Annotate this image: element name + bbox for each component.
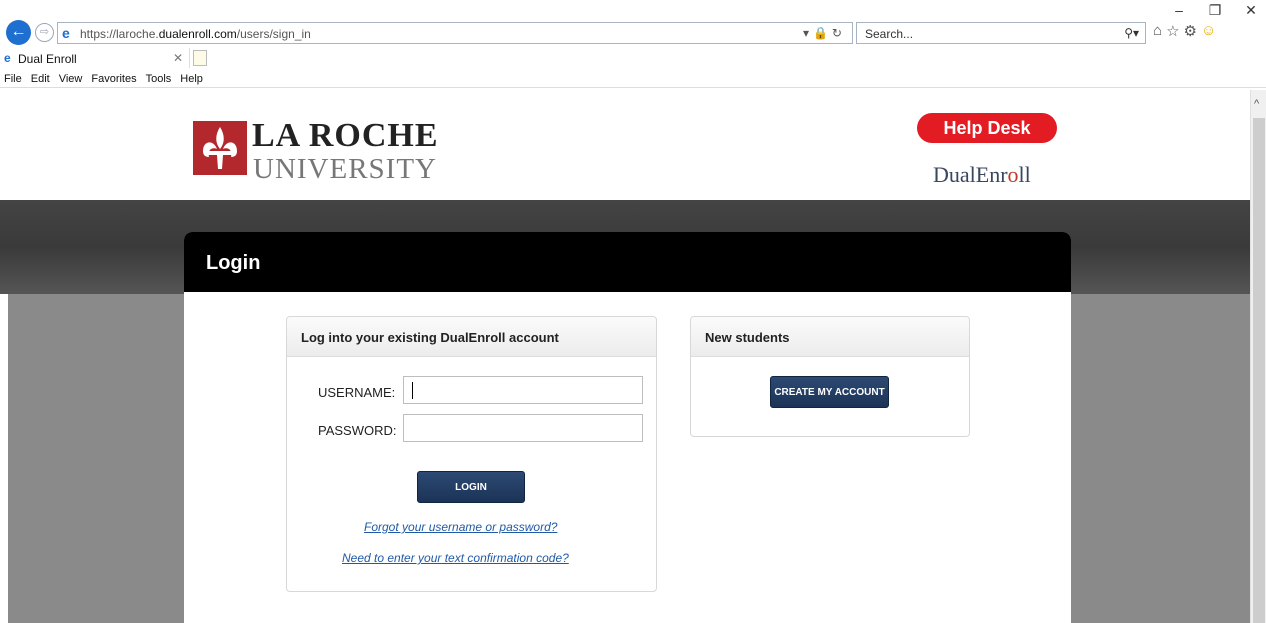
help-desk-button[interactable]: Help Desk — [917, 113, 1057, 143]
tab-title: Dual Enroll — [18, 52, 77, 66]
address-bar[interactable]: e https://laroche.dualenroll.com/users/s… — [57, 22, 853, 44]
create-account-button[interactable]: CREATE MY ACCOUNT — [770, 376, 889, 408]
scroll-up-icon[interactable]: ^ — [1254, 98, 1259, 110]
logo-line1: LA ROCHE — [252, 117, 439, 154]
logo-line2: UNIVERSITY — [253, 153, 437, 185]
page-title: Login — [206, 252, 261, 274]
navigation-bar: ← ⇨ e https://laroche.dualenroll.com/use… — [6, 20, 1266, 46]
menu-tools[interactable]: Tools — [146, 70, 172, 87]
login-card-header: Login — [184, 232, 1071, 292]
new-students-header: New students — [691, 317, 969, 357]
home-icon[interactable]: ⌂ — [1153, 22, 1162, 40]
scrollbar-thumb[interactable] — [1253, 118, 1265, 623]
menu-file[interactable]: File — [4, 70, 22, 87]
restore-icon[interactable]: ❐ — [1208, 2, 1222, 19]
text-caret — [412, 382, 413, 399]
search-placeholder: Search... — [865, 27, 914, 41]
forgot-credentials-link[interactable]: Forgot your username or password? — [364, 520, 557, 534]
url-text: https://laroche.dualenroll.com/users/sig… — [80, 27, 311, 41]
existing-account-title: Log into your existing DualEnroll accoun… — [301, 330, 559, 345]
username-input[interactable] — [403, 376, 643, 404]
username-label: USERNAME: — [318, 385, 396, 400]
vertical-scrollbar[interactable]: ^ — [1250, 90, 1266, 623]
fleur-de-lis-icon — [193, 121, 247, 175]
menu-view[interactable]: View — [59, 70, 83, 87]
tab-close-icon[interactable]: ✕ — [173, 51, 183, 65]
browser-chrome: – ❐ ✕ ← ⇨ e https://laroche.dualenroll.c… — [0, 0, 1266, 90]
new-students-panel: New students CREATE MY ACCOUNT — [690, 316, 970, 437]
menu-favorites[interactable]: Favorites — [91, 70, 136, 87]
dualenroll-brand: DualEnroll — [933, 162, 1031, 187]
back-arrow-icon[interactable]: ← — [6, 20, 31, 45]
tab-dual-enroll[interactable]: e Dual Enroll ✕ — [0, 48, 190, 68]
gear-icon[interactable]: ⚙ — [1184, 22, 1197, 40]
web-page: LA ROCHE UNIVERSITY Help Desk DualEnroll… — [0, 90, 1250, 623]
window-controls: – ❐ ✕ — [1172, 2, 1258, 19]
tab-favicon-icon: e — [4, 51, 11, 65]
existing-account-header: Log into your existing DualEnroll accoun… — [287, 317, 656, 357]
menu-edit[interactable]: Edit — [31, 70, 50, 87]
minimize-icon[interactable]: – — [1172, 2, 1186, 19]
graduation-cap-icon: o — [1007, 162, 1019, 187]
smiley-feedback-icon[interactable]: ☺ — [1201, 22, 1216, 40]
search-icon[interactable]: ⚲▾ — [1124, 26, 1139, 40]
forward-arrow-icon[interactable]: ⇨ — [35, 23, 54, 42]
close-window-icon[interactable]: ✕ — [1244, 2, 1258, 19]
text-confirmation-link[interactable]: Need to enter your text confirmation cod… — [342, 551, 569, 565]
password-label: PASSWORD: — [318, 423, 397, 438]
login-button[interactable]: LOGIN — [417, 471, 525, 503]
new-tab-icon[interactable] — [193, 50, 207, 66]
ie-logo-icon: e — [62, 25, 70, 41]
menu-bar: File Edit View Favorites Tools Help — [0, 70, 1266, 88]
password-input[interactable] — [403, 414, 643, 442]
tab-strip: e Dual Enroll ✕ — [0, 48, 1266, 68]
search-box[interactable]: Search... ⚲▾ — [856, 22, 1146, 44]
existing-account-panel: Log into your existing DualEnroll accoun… — [286, 316, 657, 592]
address-tools[interactable]: ▾🔒↻ — [803, 26, 846, 40]
la-roche-logo[interactable]: LA ROCHE UNIVERSITY — [193, 117, 453, 187]
page-edge — [0, 294, 8, 623]
browser-toolbar-icons: ⌂ ☆ ⚙ ☺ — [1153, 22, 1216, 40]
new-students-title: New students — [705, 330, 790, 345]
login-card: Login Log into your existing DualEnroll … — [184, 232, 1071, 623]
favorites-star-icon[interactable]: ☆ — [1166, 22, 1179, 40]
menu-help[interactable]: Help — [180, 70, 203, 87]
